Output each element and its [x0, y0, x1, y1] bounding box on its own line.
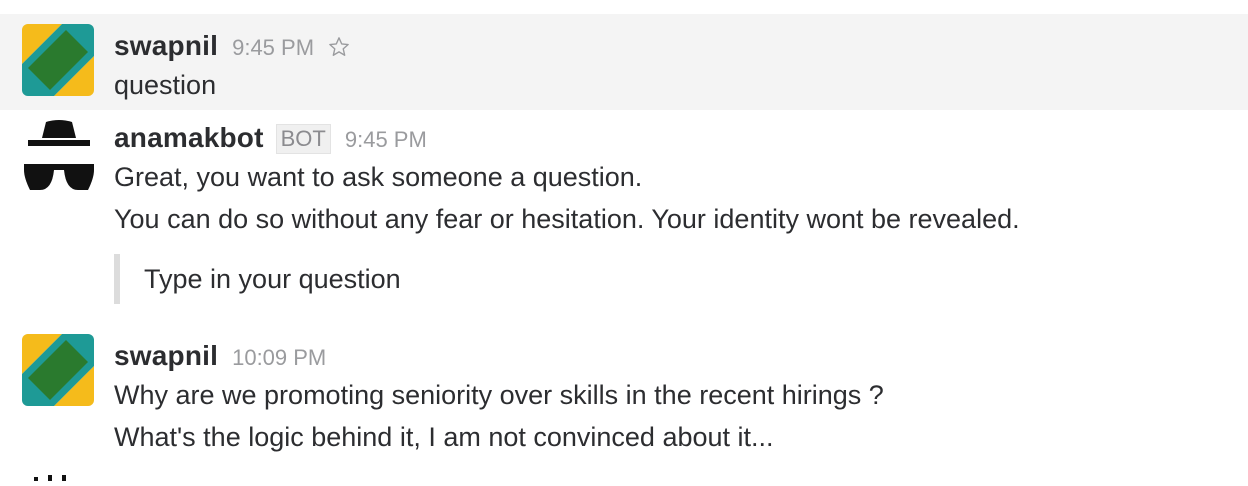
message-row[interactable]: swapnil 9:45 PM question [0, 14, 1248, 110]
message-text: Why are we promoting seniority over skil… [114, 380, 884, 410]
message-timestamp[interactable]: 9:45 PM [345, 127, 427, 153]
message-content: anamakbot BOT 9:45 PM Great, you want to… [114, 122, 1228, 304]
next-avatar-icon [26, 468, 86, 481]
attachment-quote: Type in your question [114, 254, 1228, 304]
message-text: What's the logic behind it, I am not con… [114, 422, 774, 452]
author-name[interactable]: swapnil [114, 30, 218, 62]
author-name[interactable]: swapnil [114, 340, 218, 372]
message-content: swapnil 9:45 PM question [114, 30, 1228, 106]
incognito-spy-icon[interactable] [22, 116, 96, 192]
bot-badge: BOT [275, 124, 331, 154]
user-avatar-icon[interactable] [22, 334, 94, 406]
star-outline-icon[interactable] [328, 36, 350, 58]
user-avatar-icon[interactable] [22, 24, 94, 96]
message-text: question [114, 70, 217, 100]
message-timestamp[interactable]: 9:45 PM [232, 35, 314, 61]
author-name[interactable]: anamakbot [114, 122, 264, 154]
attachment-text: Type in your question [144, 263, 401, 294]
message-content: swapnil 10:09 PM Why are we promoting se… [114, 340, 1228, 458]
message-row[interactable]: anamakbot BOT 9:45 PM Great, you want to… [0, 112, 1248, 322]
message-row[interactable]: swapnil 10:09 PM Why are we promoting se… [0, 322, 1248, 474]
message-text: You can do so without any fear or hesita… [114, 204, 1020, 234]
message-timestamp[interactable]: 10:09 PM [232, 345, 326, 371]
message-text: Great, you want to ask someone a questio… [114, 162, 643, 192]
